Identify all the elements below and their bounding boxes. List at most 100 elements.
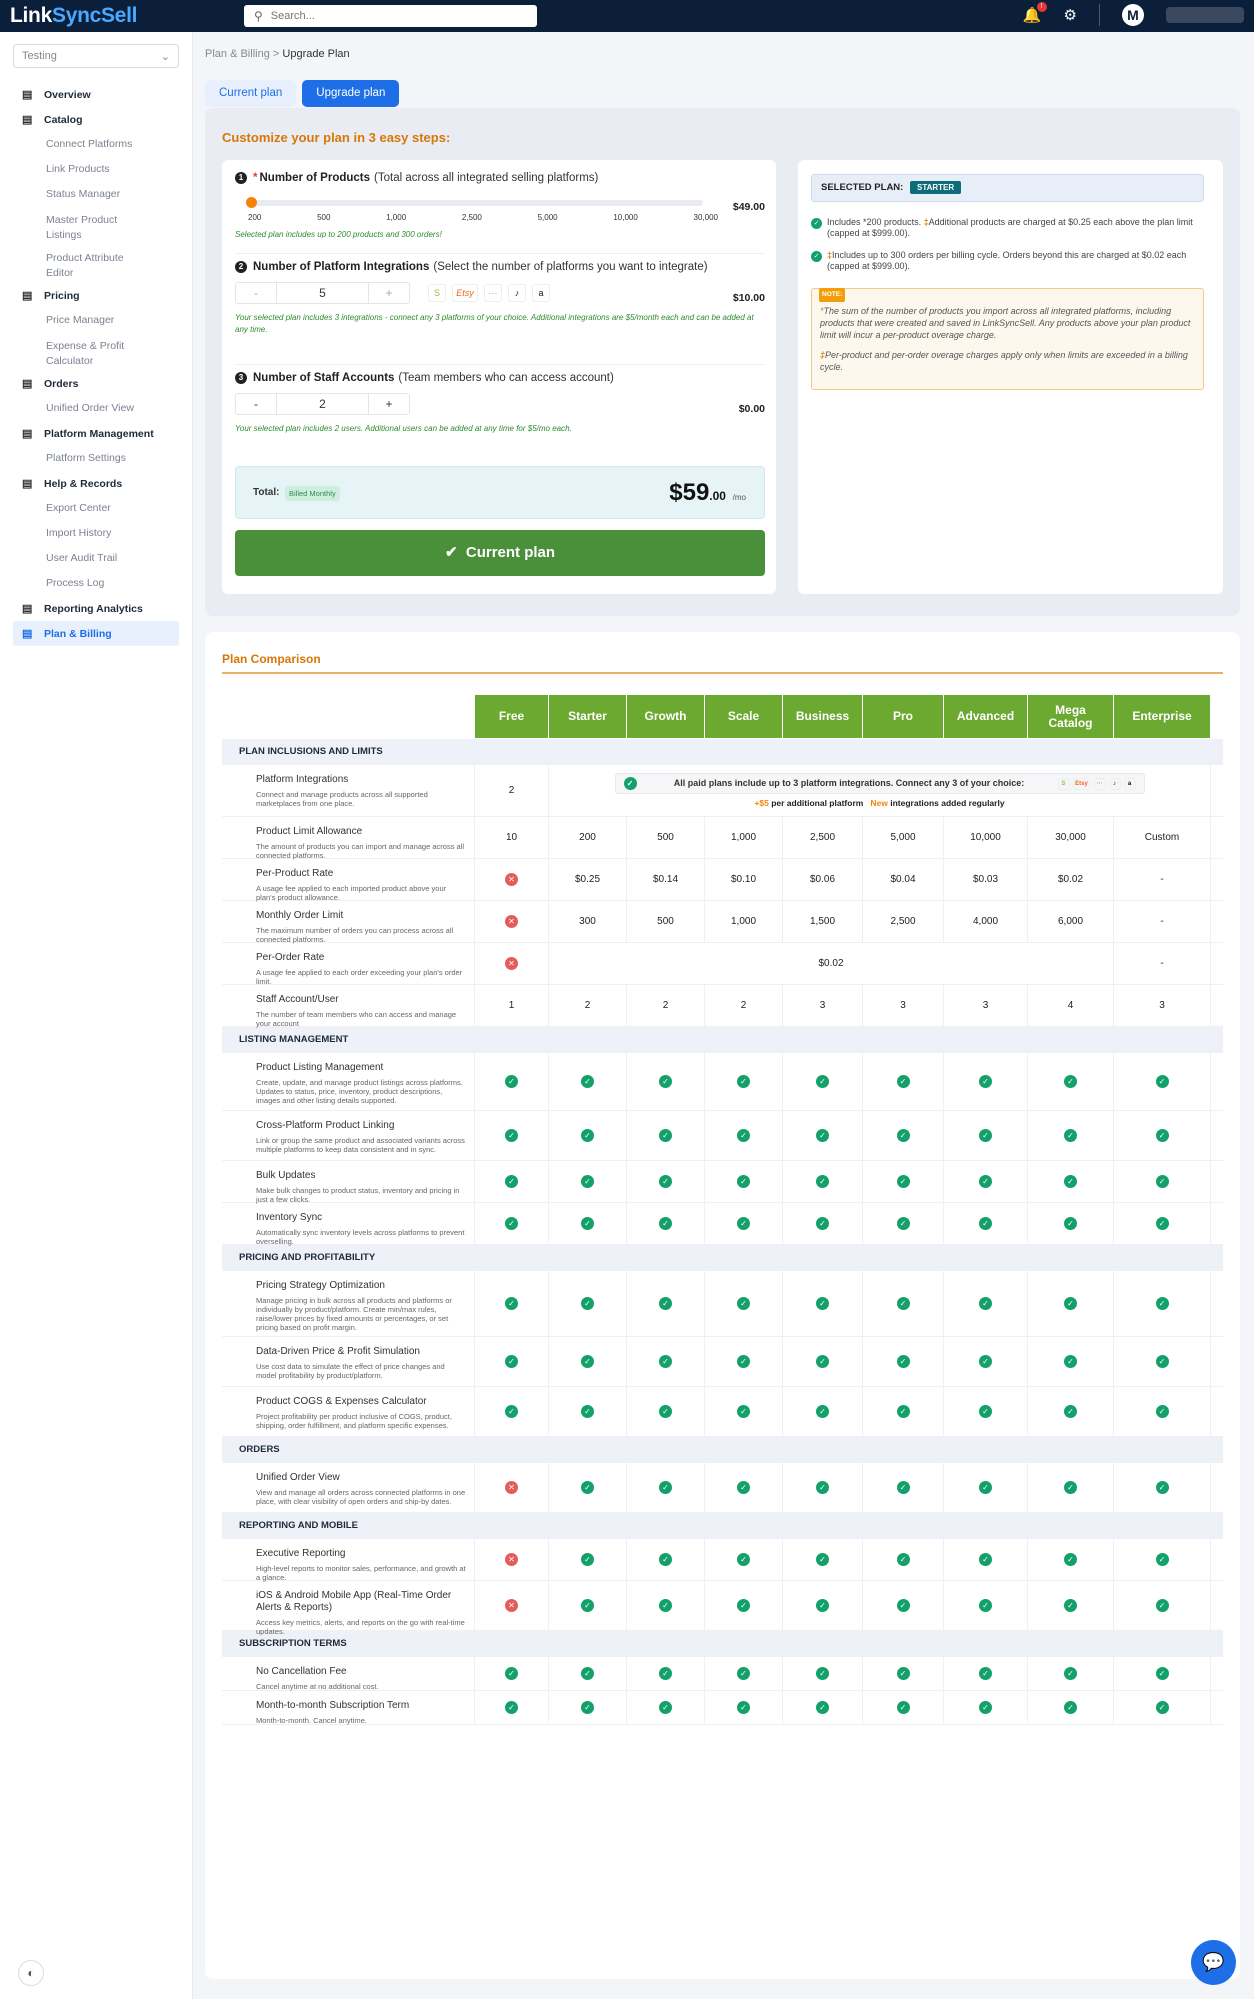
user-name-blurred[interactable] xyxy=(1166,7,1244,23)
check-icon: ✓ xyxy=(581,1297,594,1310)
sidebar-subitem[interactable]: Expense & Profit Calculator xyxy=(0,333,150,371)
check-icon: ✓ xyxy=(659,1553,672,1566)
sidebar-item-catalog[interactable]: ▤ Catalog xyxy=(0,107,192,132)
integrations-value[interactable]: 5 xyxy=(276,283,369,303)
sidebar-subitem[interactable]: Platform Settings xyxy=(0,446,192,471)
integrations-stepper[interactable]: -5 + xyxy=(235,282,410,304)
check-icon: ✓ xyxy=(505,1175,518,1188)
sidebar-subitem[interactable]: Link Products xyxy=(0,157,192,182)
sidebar-item-platform-management[interactable]: ▤ Platform Management xyxy=(0,421,192,446)
sidebar-subitem[interactable]: User Audit Trail xyxy=(0,546,192,571)
table-cell: ✓ xyxy=(549,1337,627,1386)
check-icon: ✓ xyxy=(505,1217,518,1230)
table-cell: ✓ xyxy=(1028,1203,1114,1244)
table-cell: 1 xyxy=(475,985,549,1026)
chevron-down-icon: ⌄ xyxy=(160,50,170,63)
table-cell: $0.25 xyxy=(549,859,627,900)
workspace-select[interactable]: Testing ⌄ xyxy=(13,44,179,68)
sidebar-item-pricing[interactable]: ▤ Pricing xyxy=(0,283,192,308)
check-icon: ✓ xyxy=(659,1405,672,1418)
theme-toggle-icon[interactable]: ◐ xyxy=(18,1960,44,1986)
sidebar-subitem[interactable]: Price Manager xyxy=(0,308,192,333)
check-icon: ✓ xyxy=(505,1667,518,1680)
search-box[interactable]: ⚲ xyxy=(244,5,537,27)
step-integrations: 2 Number of Platform Integrations (Select … xyxy=(235,261,765,334)
gear-icon[interactable]: ⚙ xyxy=(1064,6,1077,24)
table-row: Product Listing Management Create, update… xyxy=(222,1053,1223,1111)
table-row: Executive Reporting High-level reports to… xyxy=(222,1539,1223,1582)
sidebar-item-help-records[interactable]: ▤ Help & Records xyxy=(0,471,192,496)
sidebar-subitem[interactable]: Unified Order View xyxy=(0,396,192,421)
feature-title: Cross-Platform Product Linking xyxy=(256,1120,395,1131)
table-cell: ✓ xyxy=(627,1111,705,1160)
check-icon: ✓ xyxy=(737,1129,750,1142)
check-icon: ✓ xyxy=(581,1667,594,1680)
table-cell: 2,500 xyxy=(863,901,944,942)
table-cell: ✓ xyxy=(783,1691,863,1724)
table-row: Per-Product Rate A usage fee applied to e… xyxy=(222,859,1223,902)
check-icon: ✓ xyxy=(816,1405,829,1418)
increment-button[interactable]: + xyxy=(369,283,409,303)
breadcrumb-parent[interactable]: Plan & Billing xyxy=(205,48,270,60)
products-slider[interactable] xyxy=(246,197,703,208)
sidebar-subitem[interactable]: Import History xyxy=(0,521,192,546)
table-cell: ✓ xyxy=(863,1657,944,1690)
table-cell: ✓ xyxy=(1028,1387,1114,1436)
table-row: iOS & Android Mobile App (Real-Time Orde… xyxy=(222,1581,1223,1636)
check-icon: ✓ xyxy=(816,1355,829,1368)
table-cell: ✓ xyxy=(705,1111,783,1160)
check-icon: ✓ xyxy=(1155,1667,1169,1680)
check-icon: ✓ xyxy=(979,1129,992,1142)
check-icon: ✓ xyxy=(1155,1599,1169,1612)
chat-icon[interactable]: 💬 xyxy=(1191,1940,1236,1985)
avatar[interactable]: M xyxy=(1122,4,1144,26)
check-icon: ✓ xyxy=(737,1481,750,1494)
table-cell: ✓ xyxy=(944,1161,1028,1202)
check-icon: ✓ xyxy=(581,1217,594,1230)
table-cell: ✓ xyxy=(627,1463,705,1512)
sidebar-subitem[interactable]: Export Center xyxy=(0,496,192,521)
current-plan-button[interactable]: ✔ Current plan xyxy=(235,530,765,576)
plan-header-row: Free Starter Growth Scale Business Pro Advance… xyxy=(475,695,1211,738)
tab-upgrade-plan[interactable]: Upgrade plan xyxy=(302,80,400,107)
table-cell: ✓ xyxy=(1114,1203,1211,1244)
sidebar-subitem[interactable]: Master Product Listings xyxy=(0,207,150,245)
decrement-button[interactable]: - xyxy=(236,283,276,303)
notification-bell-icon[interactable]: 🔔! xyxy=(1023,2,1047,24)
check-icon: ✓ xyxy=(979,1355,992,1368)
table-cell: ✓ xyxy=(783,1203,863,1244)
check-icon: ✓ xyxy=(896,1481,910,1494)
check-icon: ✓ xyxy=(979,1553,992,1566)
table-cell: ✓ xyxy=(1114,1691,1211,1724)
check-icon: ✓ xyxy=(737,1667,750,1680)
table-cell: ✓ xyxy=(1114,1387,1211,1436)
staff-value[interactable]: 2 xyxy=(276,394,369,414)
sidebar-item-plan-billing[interactable]: ▤ Plan & Billing xyxy=(13,621,179,646)
check-icon: ✓ xyxy=(896,1175,910,1188)
sidebar-subitem[interactable]: Product Attribute Editor xyxy=(0,245,150,283)
slider-handle[interactable] xyxy=(246,197,257,208)
table-row: Data-Driven Price & Profit Simulation Use… xyxy=(222,1337,1223,1387)
check-icon: ✓ xyxy=(979,1075,992,1088)
table-cell: ✓ xyxy=(944,1691,1028,1724)
check-icon: ✓ xyxy=(979,1701,992,1714)
tab-current-plan[interactable]: Current plan xyxy=(205,80,297,107)
table-cell: ✓ xyxy=(475,1161,549,1202)
sidebar-item-orders[interactable]: ▤ Orders xyxy=(0,371,192,396)
staff-stepper[interactable]: -2 + xyxy=(235,393,410,415)
table-cell: ✓ xyxy=(863,1053,944,1110)
app-logo[interactable]: LinkSyncSell xyxy=(10,4,240,28)
sidebar-subitem[interactable]: Process Log xyxy=(0,571,192,596)
sidebar-item-reporting-analytics[interactable]: ▤ Reporting Analytics xyxy=(0,596,192,621)
total-box: Total: Billed Monthly $59.00 /mo xyxy=(235,466,765,519)
feature-description: The amount of products you can import an… xyxy=(256,842,465,860)
sidebar-subitem[interactable]: Connect Platforms xyxy=(0,132,192,157)
decrement-button[interactable]: - xyxy=(236,394,276,414)
search-input[interactable] xyxy=(270,10,511,22)
table-cell: ✓ xyxy=(1028,1581,1114,1630)
increment-button[interactable]: + xyxy=(369,394,409,414)
sidebar-subitem[interactable]: Status Manager xyxy=(0,182,192,207)
sidebar-item-overview[interactable]: ▤ Overview xyxy=(0,82,192,107)
check-icon: ✓ xyxy=(811,251,822,262)
table-cell: ✓ xyxy=(1028,1539,1114,1580)
